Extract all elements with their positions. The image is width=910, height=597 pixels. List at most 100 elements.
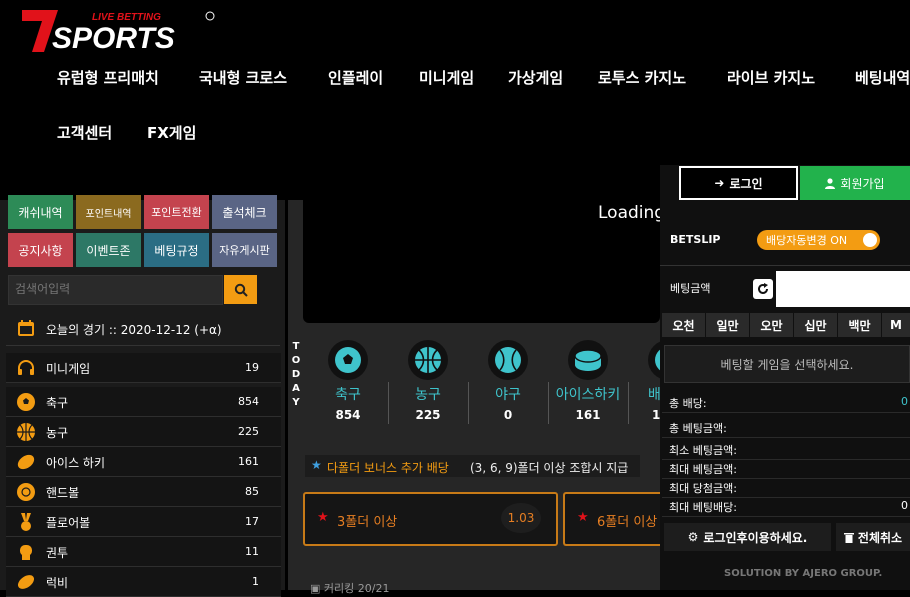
today-strip: TODAY: [291, 341, 301, 408]
amount-5000-button[interactable]: 오천: [662, 313, 705, 337]
sport-name: 권투: [46, 546, 69, 560]
sport-row-rugby[interactable]: 럭비 1: [6, 567, 281, 597]
quick-point-exchange[interactable]: 포인트전환: [144, 195, 209, 229]
strip-sport-basketball[interactable]: 농구 225: [388, 340, 468, 426]
cancel-all-label: 전체취소: [857, 530, 903, 545]
nav-item-fx[interactable]: FX게임: [147, 122, 196, 143]
search-input[interactable]: [9, 276, 221, 302]
brand-logo[interactable]: SPORTS LIVE BETTING: [22, 6, 222, 55]
sport-row-floorball[interactable]: 플로어볼 17: [6, 507, 281, 537]
nav-item-lotus-casino[interactable]: 로투스 카지노: [598, 67, 686, 88]
rugby-icon: [17, 575, 35, 589]
star-icon: ★: [577, 510, 589, 525]
strip-sport-count: 0: [503, 408, 513, 422]
sport-row-minigame[interactable]: 미니게임 19: [6, 353, 281, 383]
basketball-icon: [17, 423, 35, 441]
nav-item-domestic[interactable]: 국내형 크로스: [199, 67, 287, 88]
today-games-label: 오늘의 경기 :: 2020-12-12 (+α): [46, 323, 222, 337]
main-nav: 유럽형 프리매치 국내형 크로스 인플레이 미니게임 가상게임 로투스 카지노 …: [0, 55, 910, 165]
quick-board[interactable]: 자유게시판: [212, 233, 277, 267]
bet-amount-label: 베팅금액: [670, 282, 711, 295]
summary-max-win: 최대 당첨금액:: [662, 478, 910, 498]
quick-cash-history[interactable]: 캐쉬내역: [8, 195, 73, 229]
summary-label: 최대 당첨금액:: [669, 482, 737, 495]
loading-text: Loading: [598, 203, 666, 223]
headset-icon: [18, 360, 34, 375]
bonus-banner: ★ 다폴더 보너스 추가 배당 (3, 6, 9)폴더 이상 조합시 지급: [305, 455, 640, 477]
calendar-icon: ▣: [310, 582, 321, 595]
auto-odds-toggle[interactable]: 배당자동변경 ON: [757, 230, 880, 250]
nav-item-virtual[interactable]: 가상게임: [508, 67, 563, 88]
basketball-icon: [408, 340, 448, 380]
calendar-icon: [18, 320, 34, 336]
bet-amount-input[interactable]: [776, 271, 910, 307]
medal-icon: [21, 513, 31, 531]
summary-min-bet: 최소 베팅금액:: [662, 440, 910, 460]
join-button[interactable]: 회원가입: [800, 166, 910, 200]
nav-item-minigame[interactable]: 미니게임: [419, 67, 474, 88]
gear-icon: ⚙: [687, 530, 699, 544]
nav-item-bet-history[interactable]: 베팅내역: [855, 67, 910, 88]
strip-sport-hockey[interactable]: 아이스하키 161: [548, 340, 628, 426]
nav-item-support[interactable]: 고객센터: [57, 122, 112, 143]
nav-item-inplay[interactable]: 인플레이: [328, 67, 383, 88]
strip-sport-volleyball[interactable]: 배 1: [628, 340, 660, 426]
summary-value: 0: [901, 395, 908, 408]
trash-icon: [843, 532, 854, 543]
toggle-knob: [863, 233, 877, 247]
soccer-icon: [328, 340, 368, 380]
nav-item-live-casino[interactable]: 라이브 카지노: [727, 67, 815, 88]
sport-row-basketball[interactable]: 농구 225: [6, 417, 281, 447]
login-to-bet-button[interactable]: ⚙ 로그인후이용하세요.: [664, 523, 831, 551]
reset-amount-button[interactable]: [753, 279, 773, 299]
baseball-icon: [488, 340, 528, 380]
bonus-card-label: 6폴더 이상: [597, 515, 658, 530]
sport-name: 럭비: [46, 576, 69, 590]
join-label: 회원가입: [840, 176, 885, 191]
quick-point-history[interactable]: 포인트내역: [76, 195, 141, 229]
sport-name: 플로어볼: [46, 516, 91, 530]
summary-label: 총 배당:: [669, 397, 707, 410]
nav-item-europe[interactable]: 유럽형 프리매치: [57, 67, 159, 88]
boxing-icon: [20, 545, 32, 560]
search-button[interactable]: [224, 275, 257, 304]
summary-total-bet: 총 베팅금액:: [662, 418, 910, 438]
strip-sport-label: 배: [648, 387, 660, 403]
sport-name: 미니게임: [46, 362, 91, 376]
sport-name: 아이스 하키: [46, 456, 106, 470]
sport-row-boxing[interactable]: 권투 11: [6, 537, 281, 567]
amount-100000-button[interactable]: 십만: [794, 313, 837, 337]
quick-bet-rules[interactable]: 베팅규정: [144, 233, 209, 267]
summary-max-bet: 최대 베팅금액:: [662, 459, 910, 479]
quick-event[interactable]: 이벤트존: [76, 233, 141, 267]
hockey-icon: [17, 454, 35, 470]
bonus-card-3[interactable]: ★ 3폴더 이상 1.03: [303, 492, 558, 546]
bonus-rule: (3, 6, 9)폴더 이상 조합시 지급: [470, 461, 629, 475]
sport-row-soccer[interactable]: 축구 854: [6, 387, 281, 417]
strip-sport-count: 161: [575, 408, 601, 422]
sport-name: 핸드볼: [46, 486, 80, 500]
strip-sport-label: 야구: [495, 387, 521, 403]
amount-50000-button[interactable]: 오만: [750, 313, 793, 337]
user-icon: [825, 177, 836, 189]
strip-sport-soccer[interactable]: 축구 854: [308, 340, 388, 426]
quick-attendance[interactable]: 출석체크: [212, 195, 277, 229]
amount-max-button[interactable]: M: [882, 313, 910, 337]
sport-row-ice-hockey[interactable]: 아이스 하키 161: [6, 447, 281, 477]
cancel-all-button[interactable]: 전체취소: [836, 523, 910, 551]
amount-1000000-button[interactable]: 백만: [838, 313, 881, 337]
login-button[interactable]: ➜ 로그인: [679, 166, 798, 200]
sport-count: 854: [238, 395, 259, 408]
summary-label: 최대 베팅금액:: [669, 463, 737, 476]
login-label: 로그인: [729, 176, 763, 191]
bonus-card-odds: 1.03: [501, 503, 541, 533]
today-games-row[interactable]: 오늘의 경기 :: 2020-12-12 (+α): [6, 313, 280, 346]
search-icon: [234, 283, 248, 297]
sport-count: 19: [245, 361, 259, 374]
league-header: ▣ 커리킹 20/21: [310, 580, 389, 596]
sport-count: 17: [245, 515, 259, 528]
strip-sport-baseball[interactable]: 야구 0: [468, 340, 548, 426]
amount-10000-button[interactable]: 일만: [706, 313, 749, 337]
sport-row-handball[interactable]: 핸드볼 85: [6, 477, 281, 507]
quick-notice[interactable]: 공지사항: [8, 233, 73, 267]
